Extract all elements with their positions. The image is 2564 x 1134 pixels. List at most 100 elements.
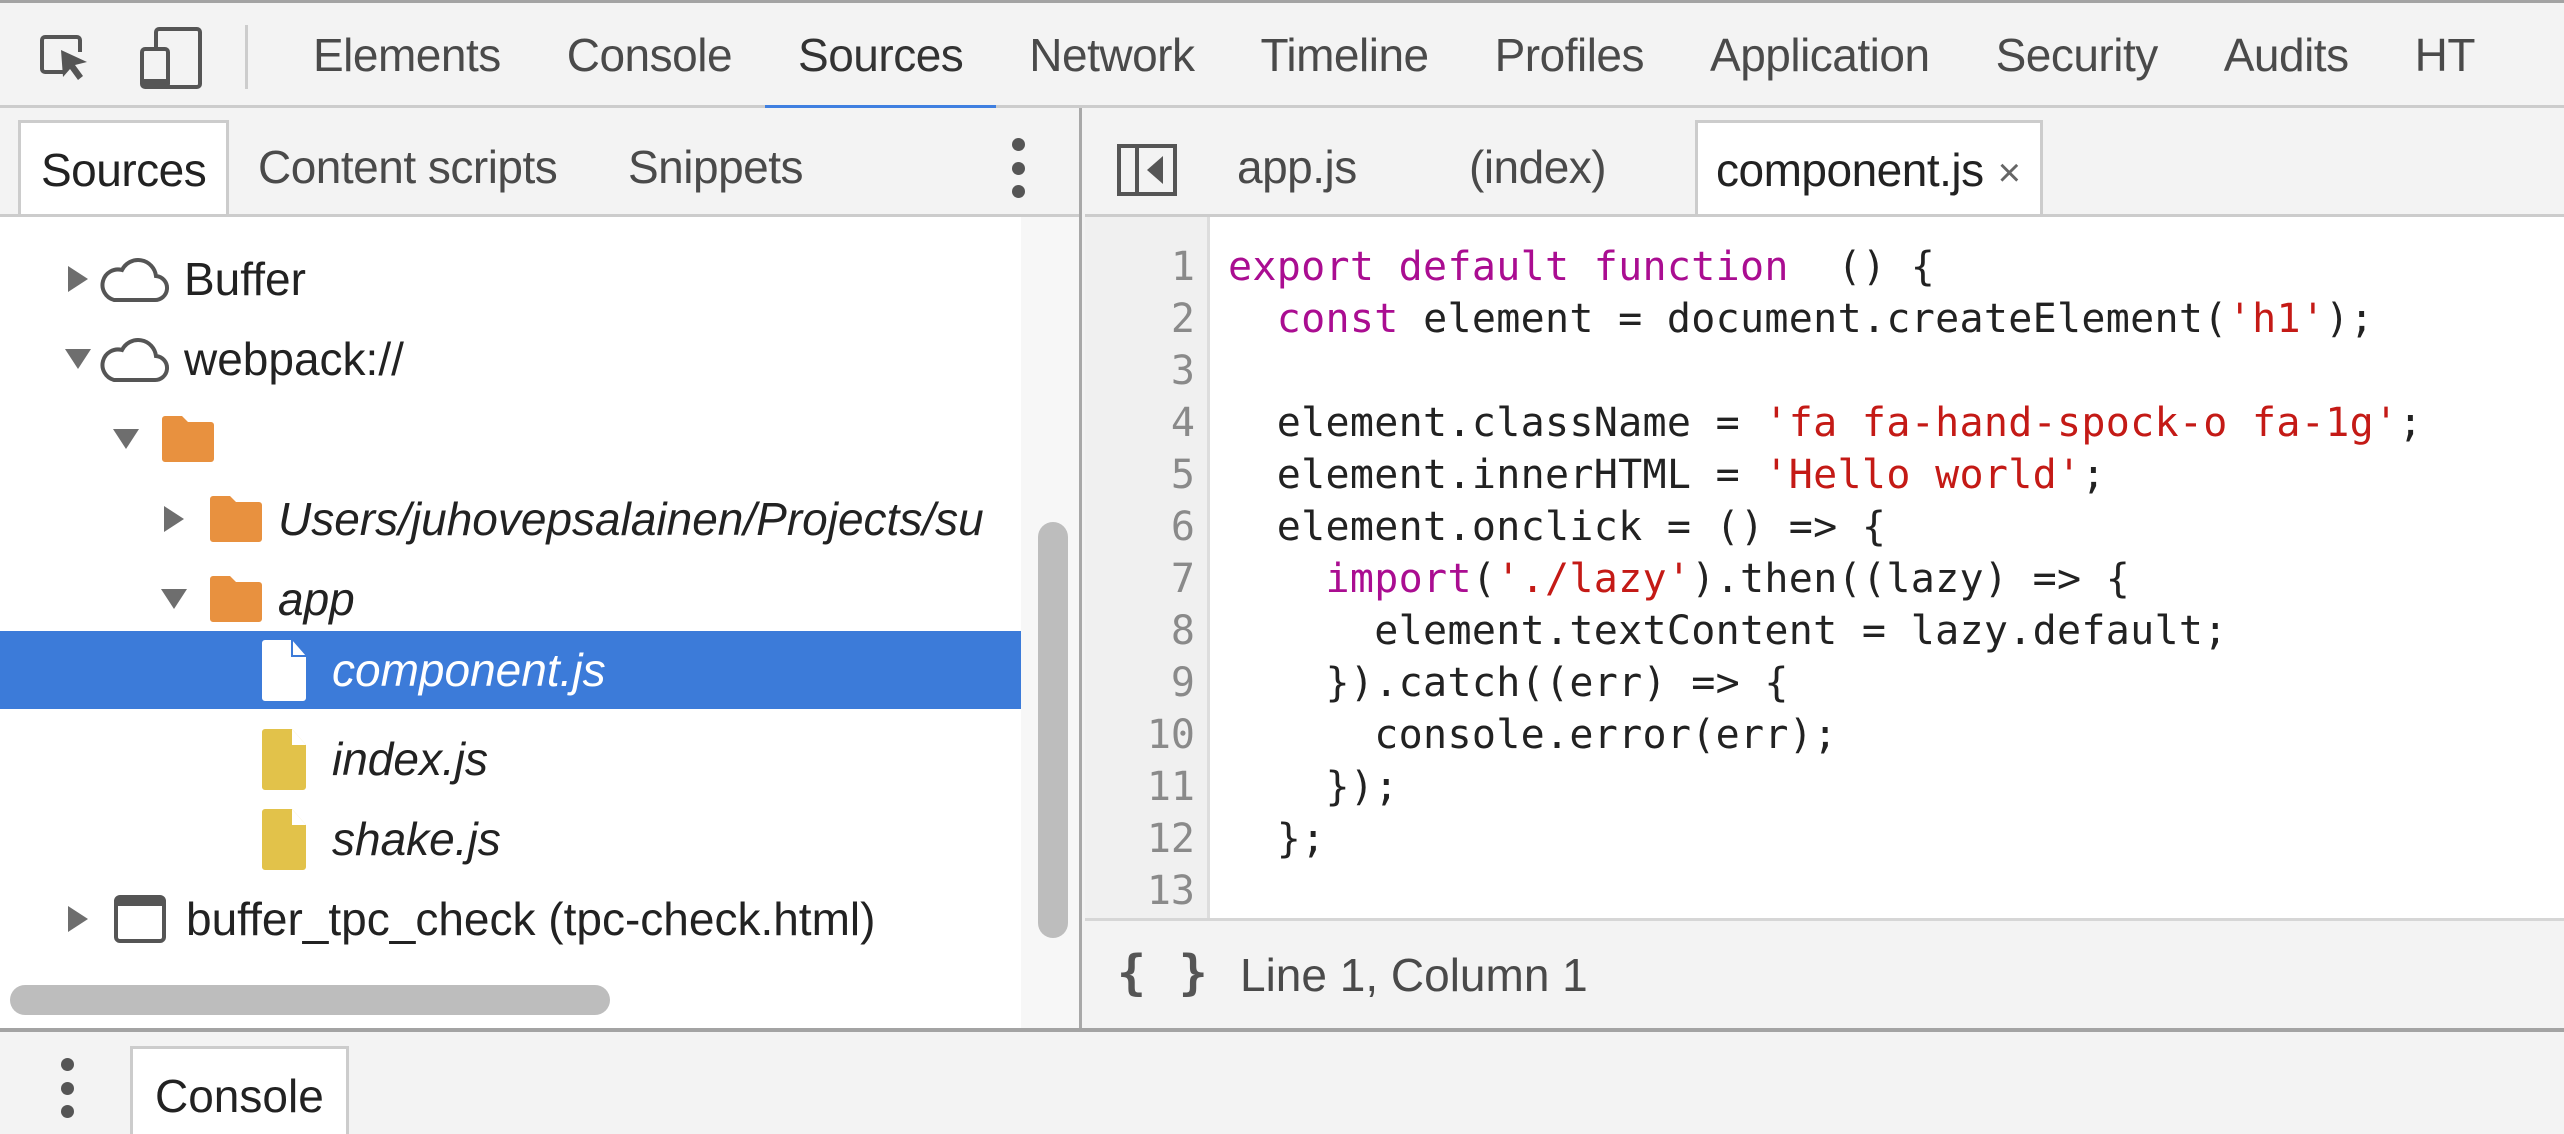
tab-network[interactable]: Network	[996, 3, 1227, 108]
collapse-arrow-icon[interactable]	[154, 579, 194, 619]
line-number[interactable]: 8	[1085, 605, 1195, 657]
main-tabs: Elements Console Sources Network Timelin…	[280, 3, 2508, 111]
line-number[interactable]: 7	[1085, 553, 1195, 605]
code-text: ).then((lazy) => {	[1691, 556, 2131, 602]
code-text: element = document.createElement(	[1398, 296, 2228, 342]
tree-item-label: Users/juhovepsalainen/Projects/su	[278, 493, 984, 545]
tree-item-root-folder[interactable]	[0, 399, 1021, 479]
tree-item-label: app	[278, 573, 355, 625]
navigator-tab-sources[interactable]: Sources	[18, 120, 230, 214]
line-number[interactable]: 6	[1085, 501, 1195, 553]
code-editor[interactable]: 1234567891011121314 export default funct…	[1085, 217, 2564, 918]
code-keyword: const	[1276, 296, 1399, 342]
line-number-gutter: 1234567891011121314	[1085, 217, 1210, 918]
code-keyword: export default function	[1228, 244, 1789, 290]
code-text: }).catch((err) => {	[1228, 660, 1789, 706]
tree-item-webpack[interactable]: webpack://	[0, 319, 1021, 399]
code-line: export default function () {	[1228, 241, 1935, 293]
tab-sources[interactable]: Sources	[765, 3, 997, 111]
line-number[interactable]: 2	[1085, 293, 1195, 345]
editor-tab-component-js[interactable]: component.js ×	[1695, 120, 2044, 214]
expand-arrow-icon[interactable]	[58, 259, 98, 299]
inspect-element-icon[interactable]	[30, 23, 100, 93]
file-icon	[260, 727, 308, 791]
file-icon	[260, 807, 308, 871]
code-line: element.innerHTML = 'Hello world';	[1228, 449, 2106, 501]
tab-console[interactable]: Console	[534, 3, 765, 108]
expand-arrow-icon[interactable]	[154, 499, 194, 539]
navigator-panel: Sources Content scripts Snippets Buffer …	[0, 108, 1082, 1134]
toggle-navigator-icon[interactable]	[1117, 144, 1177, 196]
tab-overflow[interactable]: HT	[2382, 3, 2508, 108]
vertical-scrollbar-thumb[interactable]	[1038, 522, 1068, 938]
code-line: const element = document.createElement('…	[1228, 293, 2374, 345]
editor-panel: app.js (index) component.js × 1 2 3 4 5 6 7 8 9 10…	[1085, 108, 2564, 1028]
tree-item-component-js[interactable]: component.js	[0, 631, 1021, 709]
cloud-icon	[98, 334, 170, 384]
drawer-tab-console[interactable]: Console	[130, 1046, 349, 1134]
file-tree: Buffer webpack:// Users/juhovepsalainen/…	[0, 217, 1021, 1079]
tab-application[interactable]: Application	[1677, 3, 1963, 108]
pretty-print-icon[interactable]: { }	[1117, 945, 1210, 1001]
tree-item-buffer-tpc-check[interactable]: buffer_tpc_check (tpc-check.html)	[0, 879, 1021, 959]
tab-timeline[interactable]: Timeline	[1228, 3, 1462, 108]
tree-item-app-folder[interactable]: app	[0, 559, 1021, 639]
tab-audits[interactable]: Audits	[2191, 3, 2382, 108]
file-icon	[260, 638, 308, 702]
editor-status-bar: { } Line 1, Column 1	[1085, 918, 2564, 1028]
code-line: element.className = 'fa fa-hand-spock-o …	[1228, 397, 2423, 449]
line-number[interactable]: 1	[1085, 241, 1195, 293]
code-text: element.className =	[1228, 400, 1765, 446]
line-number[interactable]: 10	[1085, 709, 1195, 761]
tree-item-label: component.js	[332, 644, 606, 696]
devtools-toolbar: Elements Console Sources Network Timelin…	[0, 0, 2564, 111]
expand-arrow-icon[interactable]	[58, 899, 98, 939]
folder-icon	[208, 495, 264, 543]
line-number[interactable]: 11	[1085, 761, 1195, 813]
code-line: element.textContent = lazy.default;	[1228, 605, 2228, 657]
folder-icon	[208, 575, 264, 623]
tab-profiles[interactable]: Profiles	[1462, 3, 1677, 108]
horizontal-scrollbar-thumb[interactable]	[10, 985, 610, 1015]
editor-tab-index[interactable]: (index)	[1469, 120, 1607, 214]
navigator-tab-snippets[interactable]: Snippets	[628, 120, 804, 214]
code-string: 'fa fa-hand-spock-o fa-1g'	[1764, 400, 2399, 446]
tab-security[interactable]: Security	[1963, 3, 2191, 108]
editor-tab-app-js[interactable]: app.js	[1237, 120, 1357, 214]
code-string: './lazy'	[1496, 556, 1692, 602]
line-number[interactable]: 13	[1085, 865, 1195, 917]
code-text: () {	[1788, 244, 1936, 290]
close-icon[interactable]: ×	[1998, 126, 2021, 220]
tab-elements[interactable]: Elements	[280, 3, 534, 108]
collapse-arrow-icon[interactable]	[106, 419, 146, 459]
code-string: 'h1'	[2227, 296, 2326, 342]
tree-item-label: Buffer	[184, 253, 306, 305]
tree-item-label: shake.js	[332, 813, 501, 865]
tree-item-buffer[interactable]: Buffer	[0, 239, 1021, 319]
tree-item-index-js[interactable]: index.js	[0, 719, 1021, 799]
code-text: ;	[2398, 400, 2423, 446]
line-number[interactable]: 3	[1085, 345, 1195, 397]
collapse-arrow-icon[interactable]	[58, 339, 98, 379]
code-line: console.error(err);	[1228, 709, 1838, 761]
code-text: };	[1228, 816, 1326, 862]
more-vertical-icon[interactable]	[52, 1058, 82, 1118]
navigator-tabs: Sources Content scripts Snippets	[0, 108, 1079, 217]
code-text: ;	[2081, 452, 2106, 498]
code-line: }).catch((err) => {	[1228, 657, 1789, 709]
tree-item-shake-js[interactable]: shake.js	[0, 799, 1021, 879]
device-toolbar-icon[interactable]	[135, 23, 205, 93]
line-number[interactable]: 9	[1085, 657, 1195, 709]
tree-item-label: buffer_tpc_check (tpc-check.html)	[186, 893, 876, 945]
code-line: });	[1228, 761, 1399, 813]
code-string: 'Hello world'	[1764, 452, 2082, 498]
line-number[interactable]: 12	[1085, 813, 1195, 865]
line-number[interactable]: 5	[1085, 449, 1195, 501]
code-text: (	[1471, 556, 1497, 602]
more-vertical-icon[interactable]	[1003, 138, 1033, 198]
line-number[interactable]: 4	[1085, 397, 1195, 449]
code-text: );	[2325, 296, 2374, 342]
code-text: });	[1228, 764, 1399, 810]
navigator-tab-content-scripts[interactable]: Content scripts	[258, 120, 558, 214]
tree-item-users-folder[interactable]: Users/juhovepsalainen/Projects/su	[0, 479, 1021, 559]
